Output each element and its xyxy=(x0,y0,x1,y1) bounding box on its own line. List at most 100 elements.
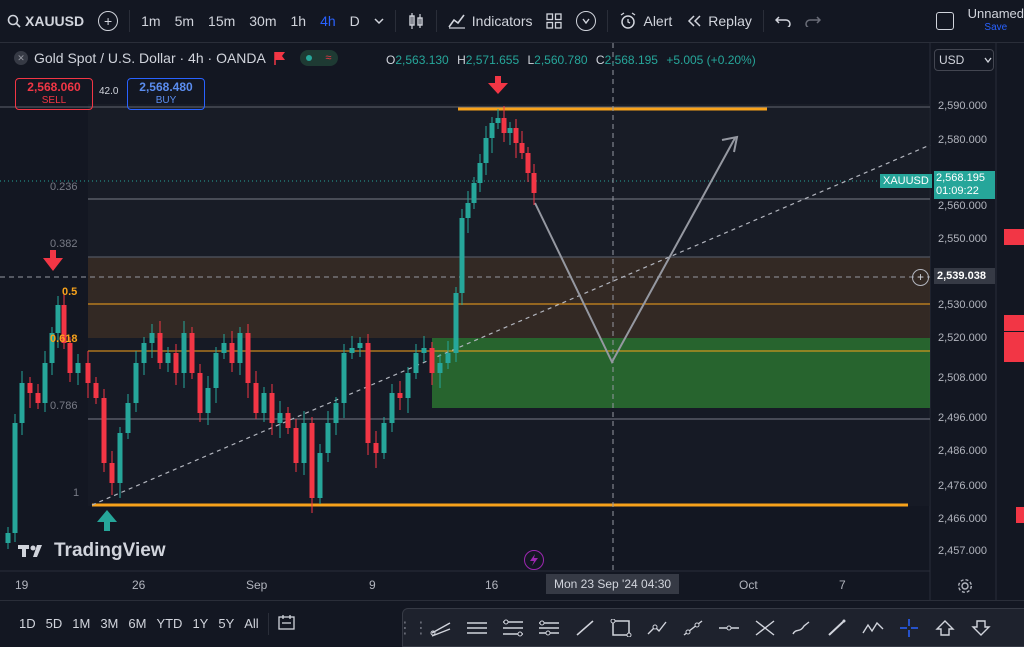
tool-crosshair[interactable] xyxy=(891,610,927,646)
market-status-badge[interactable]: ≈ xyxy=(299,50,338,66)
parallel-channel-icon xyxy=(430,621,451,637)
candle-body xyxy=(197,373,203,413)
range-5d[interactable]: 5D xyxy=(41,616,68,631)
redo-button[interactable] xyxy=(798,0,828,42)
tool-arrow-down[interactable] xyxy=(963,610,999,646)
range-1d[interactable]: 1D xyxy=(14,616,41,631)
candle-body xyxy=(495,118,501,123)
tool-fib-channel[interactable] xyxy=(495,610,531,646)
brush-icon xyxy=(792,620,810,634)
candle-body xyxy=(325,423,331,453)
candle-body xyxy=(213,353,219,388)
candle-body xyxy=(93,383,99,398)
candle-body xyxy=(181,333,187,373)
candle-body xyxy=(405,373,411,398)
buy-button[interactable]: 2,568.480 BUY xyxy=(127,78,205,110)
candle-body xyxy=(205,388,211,413)
price-chart[interactable] xyxy=(0,43,1024,600)
chart-type-button[interactable] xyxy=(400,0,432,42)
interval-30m[interactable]: 30m xyxy=(242,0,283,42)
tool-horizontal-ray[interactable] xyxy=(711,610,747,646)
interval-dropdown[interactable] xyxy=(367,0,391,42)
tool-brush[interactable] xyxy=(783,610,819,646)
tool-trend-angle[interactable] xyxy=(423,610,459,646)
currency-select[interactable]: USD xyxy=(934,49,994,71)
candle-body xyxy=(27,383,33,393)
replay-button[interactable]: Replay xyxy=(679,0,759,42)
candle-body xyxy=(453,293,459,353)
interval-1h[interactable]: 1h xyxy=(284,0,314,42)
pencil-icon xyxy=(828,619,846,636)
symbol-search[interactable]: XAUUSD xyxy=(0,0,91,42)
candle-body xyxy=(483,138,489,163)
fib-label-05: 0.5 xyxy=(62,286,78,298)
candle-body xyxy=(465,203,471,218)
flag-icon[interactable] xyxy=(274,51,286,65)
chart-settings-button[interactable] xyxy=(957,578,973,599)
range-1y[interactable]: 1Y xyxy=(187,616,213,631)
price-label: 2,520.000 xyxy=(938,332,987,344)
price-label: 2,530.000 xyxy=(938,299,987,311)
right-panel-marker[interactable] xyxy=(1004,229,1024,245)
tool-ray[interactable] xyxy=(675,610,711,646)
range-6m[interactable]: 6M xyxy=(123,616,151,631)
candle-body xyxy=(245,333,251,383)
interval-5m[interactable]: 5m xyxy=(168,0,201,42)
right-panel-marker[interactable] xyxy=(1004,346,1024,362)
range-5y[interactable]: 5Y xyxy=(213,616,239,631)
indicators-button[interactable]: Indicators xyxy=(441,0,540,42)
window-icon[interactable] xyxy=(935,12,954,30)
interval-d[interactable]: D xyxy=(343,0,367,42)
zigzag-icon xyxy=(862,621,884,633)
candle-body xyxy=(357,343,363,348)
alert-button[interactable]: Alert xyxy=(612,0,679,42)
candle-body xyxy=(437,363,443,373)
tool-cross-lines[interactable] xyxy=(747,610,783,646)
candle-body xyxy=(317,453,323,498)
time-label-oct: Oct xyxy=(739,578,758,592)
tool-arrow-up[interactable] xyxy=(927,610,963,646)
templates-dropdown[interactable] xyxy=(569,0,603,42)
chevron-down-icon xyxy=(576,11,597,31)
close-symbol-icon[interactable]: ✕ xyxy=(14,51,28,65)
range-1m[interactable]: 1M xyxy=(67,616,95,631)
sell-button[interactable]: 2,568.060 SELL xyxy=(15,78,93,110)
candle-body xyxy=(365,343,371,443)
undo-button[interactable] xyxy=(768,0,798,42)
range-3m[interactable]: 3M xyxy=(95,616,123,631)
lightning-icon[interactable] xyxy=(524,550,544,570)
tool-fib-extension[interactable] xyxy=(531,610,567,646)
layout-area: Unnamed Save xyxy=(935,0,1024,42)
tool-horizontal-lines[interactable] xyxy=(459,610,495,646)
tool-trend-line[interactable] xyxy=(567,610,603,646)
candle-body xyxy=(133,363,139,403)
time-label-19: 19 xyxy=(15,578,29,592)
chart-area[interactable]: 0.236 0.382 0.5 0.618 0.786 1 TradingVie… xyxy=(0,43,1024,600)
range-ytd[interactable]: YTD xyxy=(151,616,187,631)
crosshair-price-label: 2,539.038 xyxy=(934,268,995,284)
right-panel-marker[interactable] xyxy=(1016,507,1024,523)
candle-body xyxy=(5,533,11,543)
goto-date-button[interactable] xyxy=(273,614,301,633)
fib-label-0236: 0.236 xyxy=(50,181,78,193)
interval-4h[interactable]: 4h xyxy=(313,0,343,42)
tool-path[interactable] xyxy=(639,610,675,646)
interval-15m[interactable]: 15m xyxy=(201,0,242,42)
compare-button[interactable]: + xyxy=(91,0,125,42)
tool-rectangle[interactable] xyxy=(603,610,639,646)
templates-button[interactable] xyxy=(539,0,569,42)
tool-zigzag[interactable] xyxy=(855,610,891,646)
interval-1m[interactable]: 1m xyxy=(134,0,167,42)
currency-value: USD xyxy=(939,53,965,67)
candle-body xyxy=(293,428,299,463)
layout-name-button[interactable]: Unnamed Save xyxy=(968,7,1024,35)
right-panel-marker[interactable] xyxy=(1004,315,1024,331)
top-toolbar: XAUUSD + 1m 5m 15m 30m 1h 4h D Indicator… xyxy=(0,0,1024,43)
candle-body xyxy=(513,128,519,143)
drag-handle-icon[interactable]: ⋮⋮ xyxy=(397,610,429,646)
buy-price: 2,568.480 xyxy=(139,80,193,94)
range-all[interactable]: All xyxy=(239,616,263,631)
sell-label: SELL xyxy=(41,95,67,106)
tool-pencil[interactable] xyxy=(819,610,855,646)
add-alert-plus-icon[interactable]: + xyxy=(912,269,929,286)
